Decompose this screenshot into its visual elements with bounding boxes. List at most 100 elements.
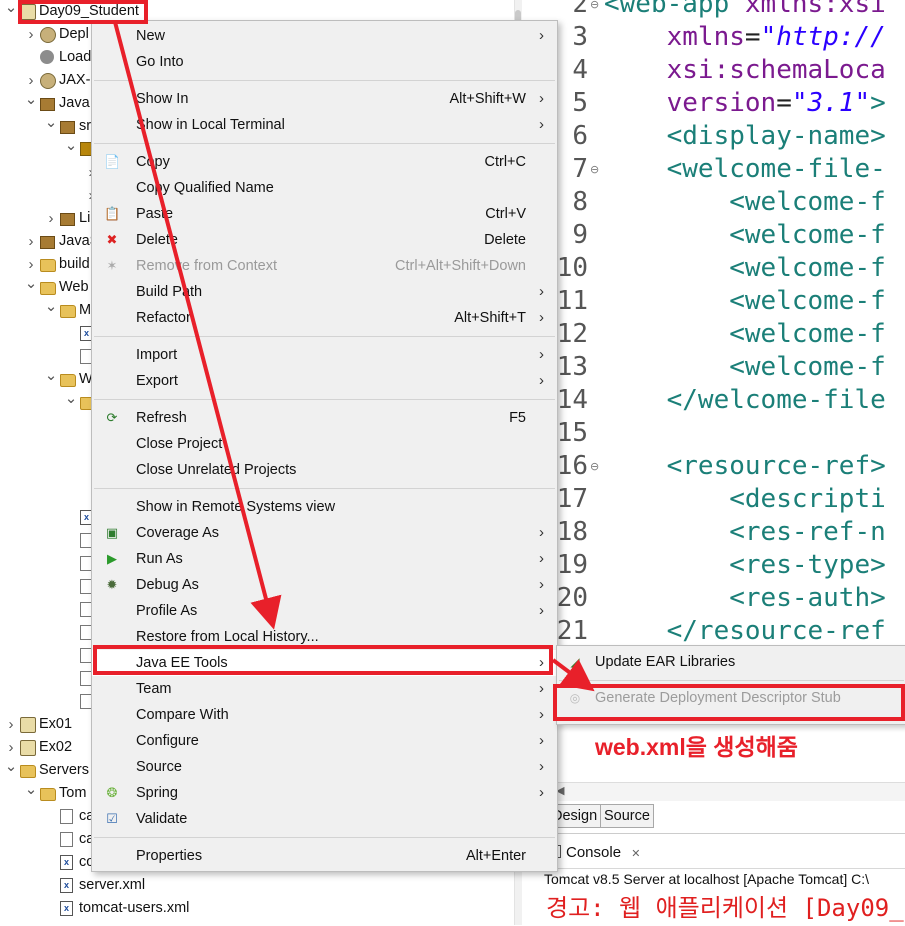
lib-icon bbox=[60, 213, 75, 226]
menu-item-remove-from-context[interactable]: ✶ Remove from Context Ctrl+Alt+Shift+Down bbox=[92, 253, 557, 279]
editor-horizontal-scrollbar[interactable] bbox=[548, 782, 905, 801]
tree-item-label: Servers bbox=[39, 762, 89, 778]
chevron-right-icon[interactable]: › bbox=[24, 230, 38, 253]
menu-item-compare-with[interactable]: Compare With › bbox=[92, 702, 557, 728]
menu-item-spring[interactable]: ❂ Spring › bbox=[92, 780, 557, 806]
menu-item-copy[interactable]: 📄 Copy Ctrl+C bbox=[92, 149, 557, 175]
tab-console[interactable]: Console ✕ bbox=[546, 840, 640, 866]
menu-item-refresh[interactable]: ⟳ Refresh F5 bbox=[92, 405, 557, 431]
menu-item-copy-qualified-name[interactable]: Copy Qualified Name bbox=[92, 175, 557, 201]
tab-source[interactable]: Source bbox=[600, 804, 654, 828]
code-line: 10 <welcome-f bbox=[540, 252, 905, 285]
menu-item-delete[interactable]: ✖ Delete Delete bbox=[92, 227, 557, 253]
submenu-arrow-icon: › bbox=[539, 346, 544, 363]
code-line: 9 <welcome-f bbox=[540, 219, 905, 252]
file-icon bbox=[60, 832, 73, 847]
menu-item-label: Close Unrelated Projects bbox=[136, 462, 297, 478]
menu-item-build-path[interactable]: Build Path › bbox=[92, 279, 557, 305]
close-icon[interactable]: ✕ bbox=[631, 848, 640, 860]
chevron-right-icon[interactable]: › bbox=[24, 23, 38, 46]
fold-toggle-icon[interactable]: ⊖ bbox=[590, 450, 599, 483]
submenu-arrow-icon: › bbox=[539, 27, 544, 44]
code-token: </resource-ref bbox=[666, 616, 886, 646]
menu-item-coverage-as[interactable]: ▣ Coverage As › bbox=[92, 520, 557, 546]
menu-item-go-into[interactable]: Go Into bbox=[92, 49, 557, 75]
code-text: <descripti bbox=[604, 483, 886, 516]
chevron-down-icon[interactable]: ⌄ bbox=[4, 755, 18, 778]
menu-item-label: Validate bbox=[136, 811, 188, 827]
fold-toggle-icon[interactable]: ⊖ bbox=[590, 0, 599, 21]
menu-item-label: Copy Qualified Name bbox=[136, 180, 274, 196]
menu-item-label: Properties bbox=[136, 848, 203, 864]
chevron-down-icon[interactable]: ⌄ bbox=[64, 134, 78, 157]
menu-item-configure[interactable]: Configure › bbox=[92, 728, 557, 754]
folder-icon bbox=[60, 305, 76, 318]
tree-item-label: sr bbox=[79, 118, 92, 134]
tree-item-label: build bbox=[59, 256, 90, 272]
menu-item-label: Delete bbox=[136, 232, 178, 248]
chevron-down-icon[interactable]: ⌄ bbox=[24, 778, 38, 801]
spring-icon: ❂ bbox=[106, 785, 118, 800]
code-text: <res-ref-n bbox=[604, 516, 886, 549]
code-token: <welcome-f bbox=[729, 319, 886, 349]
fold-toggle-icon[interactable]: ⊖ bbox=[590, 153, 599, 186]
menu-item-team[interactable]: Team › bbox=[92, 676, 557, 702]
code-token: <display-name> bbox=[666, 121, 886, 151]
code-line: 3 xmlns="http:// bbox=[540, 21, 905, 54]
chevron-right-icon[interactable]: › bbox=[44, 207, 58, 230]
code-token: xsi:schemaLoca bbox=[666, 55, 886, 85]
chevron-down-icon[interactable]: ⌄ bbox=[24, 88, 38, 111]
menu-item-run-as[interactable]: ▶ Run As › bbox=[92, 546, 557, 572]
menu-item-paste[interactable]: 📋 Paste Ctrl+V bbox=[92, 201, 557, 227]
menu-item-refactor[interactable]: Refactor Alt+Shift+T › bbox=[92, 305, 557, 331]
menu-item-source[interactable]: Source › bbox=[92, 754, 557, 780]
menu-item-label: Copy bbox=[136, 154, 170, 170]
submenu-item-update-ear-libraries[interactable]: ◢ Update EAR Libraries bbox=[557, 649, 905, 675]
chevron-down-icon[interactable]: ⌄ bbox=[44, 364, 58, 387]
menu-item-export[interactable]: Export › bbox=[92, 368, 557, 394]
menu-item-label: Profile As bbox=[136, 603, 198, 619]
code-text: <res-auth> bbox=[604, 582, 886, 615]
submenu-arrow-icon: › bbox=[539, 680, 544, 697]
code-line: 15 bbox=[540, 417, 905, 450]
menu-separator bbox=[94, 336, 555, 337]
tree-item-label: Ex02 bbox=[39, 739, 73, 755]
menu-item-validate[interactable]: ☑ Validate bbox=[92, 806, 557, 832]
chevron-down-icon[interactable]: ⌄ bbox=[4, 0, 18, 19]
menu-item-debug-as[interactable]: ✹ Debug As › bbox=[92, 572, 557, 598]
menu-item-show-in-local-terminal[interactable]: Show in Local Terminal › bbox=[92, 112, 557, 138]
annotation-box-java-ee-tools bbox=[93, 645, 553, 675]
menu-item-show-in-remote-systems-view[interactable]: Show in Remote Systems view bbox=[92, 494, 557, 520]
context-menu: New › Go Into Show In Alt+Shift+W › Show in Lo… bbox=[91, 20, 558, 872]
code-token: <welcome-f bbox=[729, 187, 886, 217]
code-token: version bbox=[666, 88, 777, 118]
code-text: <welcome-f bbox=[604, 285, 886, 318]
code-token: = bbox=[744, 22, 761, 52]
menu-item-close-project[interactable]: Close Project bbox=[92, 431, 557, 457]
tree-item-label: Depl bbox=[59, 26, 89, 42]
menu-item-import[interactable]: Import › bbox=[92, 342, 557, 368]
chevron-down-icon[interactable]: ⌄ bbox=[44, 295, 58, 318]
chevron-right-icon[interactable]: › bbox=[4, 713, 18, 736]
menu-item-label: Run As bbox=[136, 551, 183, 567]
code-text: </resource-ref bbox=[604, 615, 886, 648]
menu-item-shortcut: Ctrl+Alt+Shift+Down bbox=[395, 258, 526, 274]
chevron-down-icon[interactable]: ⌄ bbox=[44, 111, 58, 134]
folder-icon bbox=[40, 259, 56, 272]
menu-item-new[interactable]: New › bbox=[92, 23, 557, 49]
menu-item-profile-as[interactable]: Profile As › bbox=[92, 598, 557, 624]
code-token: </welcome-file bbox=[666, 385, 886, 415]
chevron-down-icon[interactable]: ⌄ bbox=[64, 387, 78, 410]
code-token: <welcome-f bbox=[729, 352, 886, 382]
chevron-down-icon[interactable]: ⌄ bbox=[24, 272, 38, 295]
menu-item-close-unrelated-projects[interactable]: Close Unrelated Projects bbox=[92, 457, 557, 483]
lib-icon bbox=[40, 98, 55, 111]
menu-item-show-in[interactable]: Show In Alt+Shift+W › bbox=[92, 86, 557, 112]
code-text: xmlns="http:// bbox=[604, 21, 886, 54]
menu-item-properties[interactable]: Properties Alt+Enter bbox=[92, 843, 557, 869]
